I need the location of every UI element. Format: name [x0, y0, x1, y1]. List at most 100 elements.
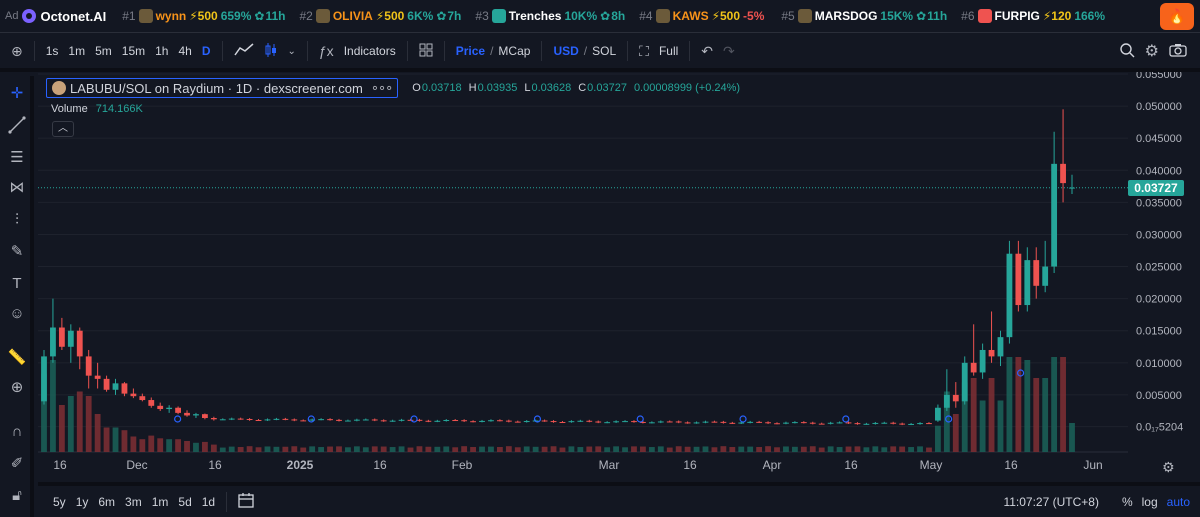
magnet-icon[interactable]: ∩: [7, 422, 27, 442]
interval-4h[interactable]: 4h: [173, 44, 196, 58]
candle-body: [961, 362, 968, 402]
interval-D[interactable]: D: [197, 44, 216, 58]
volume-bar: [452, 447, 459, 452]
ticker-items: #1 wynn ⚡500 659% ✿ 11h #2 OLIVIA ⚡500 6K% ✿ 7h #3 Tr…: [122, 9, 1122, 23]
candlestick-chart[interactable]: 0.055000 0.050000 0.045000 0.040000 0.035000…: [38, 72, 1200, 482]
volume-bar: [443, 446, 450, 452]
quick-search-icon[interactable]: [1114, 42, 1140, 61]
crosshair-icon[interactable]: ✛: [7, 84, 27, 104]
lock-icon[interactable]: 🔓︎: [7, 486, 27, 506]
symbol-title[interactable]: LABUBU/SOL on Raydium · 1D · dexscreener…: [46, 78, 399, 98]
ticker-item[interactable]: #6 FURPIG ⚡120 166%: [961, 9, 1108, 23]
ticker-item[interactable]: #5 MARSDOG 15K% ✿ 11h: [781, 9, 947, 23]
volume-bar: [586, 446, 593, 452]
octonet-logo-icon[interactable]: [22, 9, 37, 23]
ticker-rank: #2: [299, 9, 313, 23]
interval-5m[interactable]: 5m: [90, 44, 117, 58]
candle-body: [800, 422, 807, 424]
ruler-icon[interactable]: 📏: [7, 348, 27, 368]
range-1d[interactable]: 1d: [197, 495, 220, 509]
prediction-icon[interactable]: ⫶: [7, 210, 27, 230]
range-1y[interactable]: 1y: [71, 495, 94, 509]
emoji-icon[interactable]: ☺: [7, 304, 27, 324]
candle-body: [935, 407, 941, 421]
token-icon: [977, 9, 992, 23]
brush-icon[interactable]: ✎: [7, 242, 27, 262]
indicators-button[interactable]: Indicators: [339, 44, 401, 58]
range-1m[interactable]: 1m: [147, 495, 174, 509]
pattern-icon[interactable]: ⋈: [7, 178, 27, 198]
redo-icon[interactable]: ↷: [718, 43, 740, 60]
price-chart[interactable]: 0.055000 0.050000 0.045000 0.040000 0.035000…: [38, 72, 1200, 482]
more-options-icon[interactable]: ∘∘∘: [371, 80, 393, 96]
log-scale-toggle[interactable]: log: [1142, 495, 1158, 509]
candle-body: [657, 421, 664, 423]
candle-body: [41, 356, 47, 402]
layout-grid-icon[interactable]: [414, 43, 438, 60]
trend-line-icon[interactable]: [7, 116, 27, 136]
candle-body: [58, 327, 65, 347]
volume-bar: [300, 447, 307, 452]
interval-15m[interactable]: 15m: [117, 44, 150, 58]
candle-body: [67, 330, 74, 347]
candle-body: [908, 423, 915, 425]
axis-settings-icon[interactable]: ⚙: [1162, 460, 1175, 476]
candle-body: [434, 420, 441, 422]
candle-body: [1060, 163, 1066, 184]
fullscreen-button[interactable]: Full: [654, 44, 683, 58]
sprout-icon: ✿: [436, 9, 447, 23]
candle-body: [175, 407, 181, 413]
token-icon: [138, 9, 153, 23]
chevron-down-icon[interactable]: ⌄: [283, 46, 301, 57]
volume-bar: [514, 447, 521, 452]
lock-drawings-icon[interactable]: ✐: [7, 454, 27, 474]
range-3m[interactable]: 3m: [120, 495, 147, 509]
range-5y[interactable]: 5y: [48, 495, 71, 509]
range-6m[interactable]: 6m: [93, 495, 120, 509]
ticker-item[interactable]: #4 KAWS ⚡500 -5%: [639, 9, 767, 23]
candle-body: [809, 422, 816, 424]
candle-body: [550, 421, 557, 423]
fire-icon[interactable]: 🔥: [1160, 3, 1194, 30]
sponsor-link[interactable]: Octonet.AI: [40, 9, 106, 24]
mcap-toggle[interactable]: MCap: [493, 44, 535, 58]
candle-body: [398, 419, 405, 421]
candle-body: [407, 419, 414, 421]
collapse-legend-button[interactable]: ︿: [52, 121, 74, 137]
volume-bar: [711, 447, 718, 452]
volume-bar: [827, 446, 834, 452]
candle-body: [130, 393, 137, 397]
text-icon[interactable]: T: [7, 274, 27, 294]
gear-icon[interactable]: ⚙: [1140, 41, 1164, 61]
line-chart-icon[interactable]: [229, 42, 259, 60]
fib-retracement-icon[interactable]: ☰: [7, 148, 27, 168]
volume-bar: [210, 444, 217, 452]
token-icon: [315, 9, 330, 23]
token-icon: [655, 9, 670, 23]
volume-bar: [935, 425, 941, 452]
candlestick-icon[interactable]: [259, 42, 283, 61]
ticker-change: 15K%: [880, 9, 914, 23]
interval-1m[interactable]: 1m: [63, 44, 90, 58]
ticker-item[interactable]: #1 wynn ⚡500 659% ✿ 11h: [122, 9, 285, 23]
go-to-date-icon[interactable]: [233, 492, 259, 511]
undo-icon[interactable]: ↶: [696, 43, 718, 60]
camera-icon[interactable]: [1164, 43, 1192, 60]
volume-bar: [67, 396, 74, 452]
candle-body: [791, 422, 798, 424]
ticker-item[interactable]: #2 OLIVIA ⚡500 6K% ✿ 7h: [299, 9, 461, 23]
add-symbol-icon[interactable]: ⊕: [6, 43, 28, 60]
candle-body: [201, 414, 208, 419]
percent-scale-toggle[interactable]: %: [1122, 495, 1133, 509]
auto-scale-toggle[interactable]: auto: [1167, 495, 1190, 509]
interval-1s[interactable]: 1s: [41, 44, 64, 58]
usd-toggle[interactable]: USD: [548, 44, 583, 58]
zoom-in-icon[interactable]: ⊕: [7, 378, 27, 398]
range-5d[interactable]: 5d: [173, 495, 196, 509]
interval-1h[interactable]: 1h: [150, 44, 173, 58]
ohlc-key: C: [578, 82, 587, 94]
volume-bar: [1042, 378, 1049, 452]
price-toggle[interactable]: Price: [451, 44, 490, 58]
ticker-item[interactable]: #3 Trenches 10K% ✿ 8h: [475, 9, 625, 23]
sol-toggle[interactable]: SOL: [587, 44, 621, 58]
